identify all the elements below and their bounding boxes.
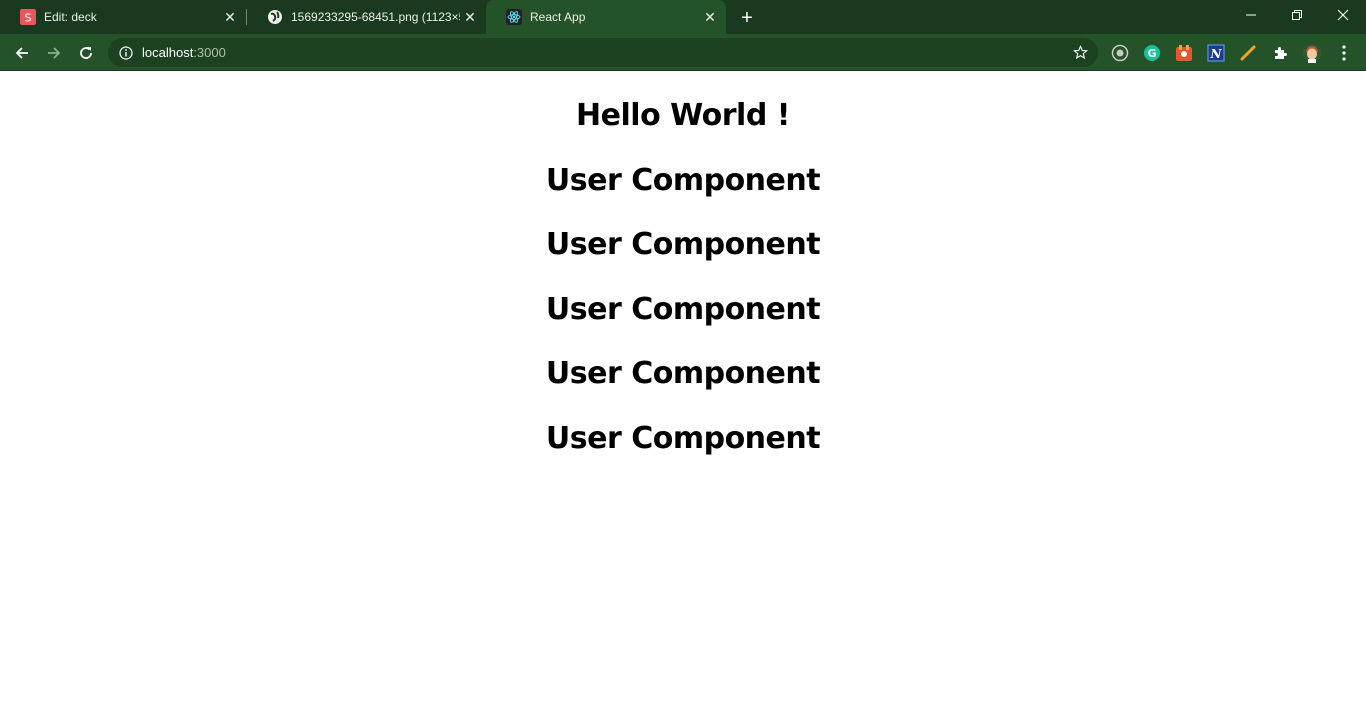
minimize-icon[interactable] (1228, 0, 1274, 30)
svg-text:G: G (1147, 47, 1156, 60)
react-icon (506, 9, 522, 25)
info-icon[interactable] (118, 45, 134, 61)
close-icon[interactable]: ✕ (220, 7, 240, 27)
browser-toolbar: localhost:3000 G N (0, 34, 1366, 71)
svg-text:S: S (25, 12, 32, 25)
notion-extension-icon[interactable]: N (1206, 43, 1226, 63)
svg-text:N: N (1210, 47, 1223, 61)
user-component-heading: User Component (545, 163, 821, 198)
tab-title: React App (530, 10, 586, 24)
grammarly-icon[interactable]: G (1142, 43, 1162, 63)
url-port: :3000 (193, 45, 226, 60)
tab-react-app[interactable]: React App ✕ (486, 0, 726, 34)
user-component-heading: User Component (545, 421, 821, 456)
back-icon[interactable] (9, 40, 35, 66)
extensions-puzzle-icon[interactable] (1270, 43, 1290, 63)
store-extension-icon[interactable] (1174, 43, 1194, 63)
address-bar[interactable]: localhost:3000 (108, 38, 1098, 67)
close-icon[interactable]: ✕ (460, 7, 480, 27)
profile-avatar[interactable] (1302, 43, 1322, 63)
close-window-icon[interactable] (1320, 0, 1366, 30)
slides-icon: S (20, 9, 36, 25)
menu-kebab-icon[interactable] (1334, 43, 1354, 63)
tab-strip: S Edit: deck ✕ 1569233295-68451.png (112… (0, 0, 1366, 34)
bookmark-star-icon[interactable] (1072, 44, 1088, 60)
tab-title: 1569233295-68451.png (1123×5 (291, 10, 460, 24)
tab-title: Edit: deck (44, 10, 97, 24)
restore-icon[interactable] (1274, 0, 1320, 30)
tab-image[interactable]: 1569233295-68451.png (1123×5 ✕ (247, 0, 486, 34)
globe-icon (267, 9, 283, 25)
user-component-heading: User Component (545, 292, 821, 327)
record-extension-icon[interactable] (1110, 43, 1130, 63)
hello-heading: Hello World ! (576, 98, 790, 133)
url-host: localhost (142, 45, 194, 60)
forward-icon[interactable] (41, 40, 67, 66)
reload-icon[interactable] (73, 40, 99, 66)
url-text: localhost:3000 (142, 45, 226, 60)
pencil-icon[interactable] (1238, 43, 1258, 63)
new-tab-button[interactable]: + (736, 7, 758, 29)
user-component-heading: User Component (545, 356, 821, 391)
user-component-heading: User Component (545, 227, 821, 262)
close-icon[interactable]: ✕ (700, 7, 720, 27)
tab-edit-deck[interactable]: S Edit: deck ✕ (0, 0, 246, 34)
page-content: Hello World ! User Component User Compon… (0, 71, 1366, 714)
